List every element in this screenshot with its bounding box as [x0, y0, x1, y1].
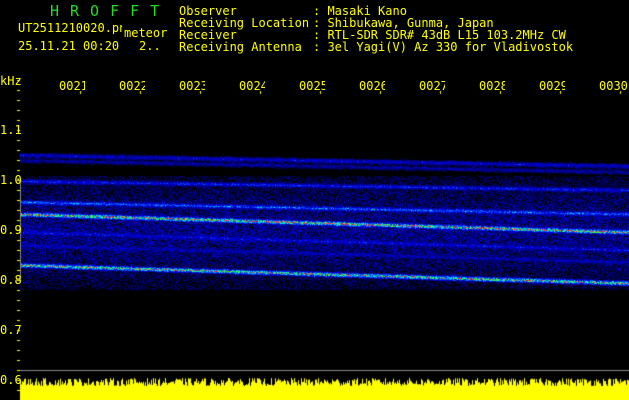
time-tick-label: 0028	[479, 79, 505, 93]
time-tick-label: 0023	[179, 79, 205, 93]
time-tick-label: 0029	[539, 79, 565, 93]
filename: UT2511210020.png	[18, 22, 122, 34]
antenna-label: Receiving Antenna	[179, 40, 302, 54]
page-indicator: 2..	[139, 39, 161, 53]
spectrogram	[0, 0, 629, 400]
y-unit-label: kHz	[0, 74, 22, 88]
y-tick-label: 1.0	[0, 173, 22, 187]
y-tick-label: 1.1	[0, 123, 22, 137]
y-tick-label: 0.7	[0, 323, 22, 337]
datetime: 25.11.21 00:20	[18, 39, 120, 53]
time-tick-label: 0024	[239, 79, 265, 93]
time-tick-label: 0026	[359, 79, 385, 93]
time-tick-label: 0027	[419, 79, 445, 93]
mode-label: meteor	[124, 26, 168, 40]
antenna-value: : 3el Yagi(V) Az 330 for Vladivostok	[313, 40, 574, 54]
time-tick-label: 0022	[119, 79, 145, 93]
time-tick-label: 0025	[299, 79, 325, 93]
y-tick-label: 0.8	[0, 273, 22, 287]
y-tick-label: 0.6	[0, 373, 22, 387]
y-tick-label: 0.9	[0, 223, 22, 237]
app-title: HROFFT	[50, 2, 171, 20]
time-tick-label: 0030	[599, 79, 628, 93]
time-tick-label: 0021	[59, 79, 85, 93]
